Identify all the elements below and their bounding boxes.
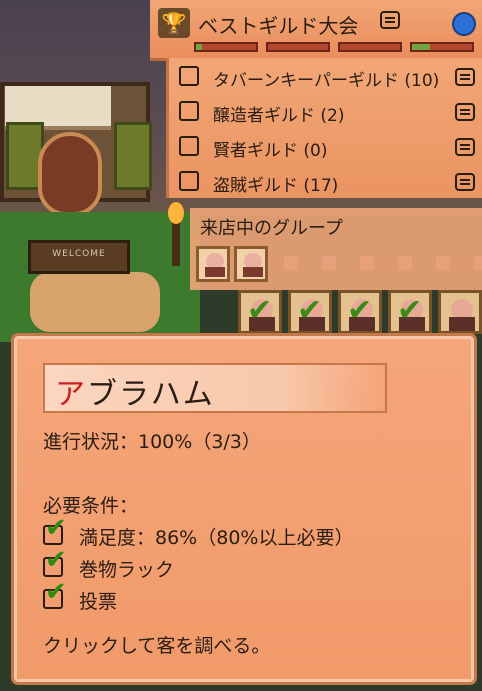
- contest-panel[interactable]: 🏆 ベストギルド大会: [150, 0, 482, 61]
- contest-title: ベストギルド大会: [198, 14, 359, 38]
- guild-label: 醸造者ギルド (2): [213, 106, 345, 126]
- plate-display: [38, 132, 102, 216]
- chat-icon[interactable]: [455, 138, 475, 156]
- queue-customer-slot[interactable]: ✔: [288, 290, 332, 334]
- customer-avatar-body: [205, 267, 225, 277]
- contest-progress-fill: [412, 44, 430, 50]
- requirement-label: 投票: [79, 591, 118, 613]
- chat-icon[interactable]: [455, 173, 475, 191]
- guild-label: 盗賊ギルド (17): [213, 176, 339, 196]
- empty-group-slot: [360, 256, 374, 270]
- visiting-groups-title: 来店中のグループ: [200, 218, 343, 239]
- chat-icon[interactable]: [455, 68, 475, 86]
- guild-label: 賢者ギルド (0): [213, 141, 328, 161]
- empty-group-slot: [474, 256, 482, 270]
- guild-checkbox[interactable]: [179, 136, 199, 156]
- guild-row[interactable]: 盗賊ギルド (17): [175, 165, 481, 197]
- customer-avatar-body: [243, 267, 263, 277]
- empty-group-slot: [398, 256, 412, 270]
- contest-progress-bar: [410, 42, 474, 52]
- timer-icon: [452, 12, 476, 36]
- requirement-label: 満足度：86%（80%以上必要）: [79, 527, 354, 549]
- torch-flame: [168, 202, 184, 224]
- check-icon: ✔: [247, 293, 273, 328]
- check-icon: ✔: [347, 293, 373, 328]
- guild-row[interactable]: 醸造者ギルド (2): [175, 95, 481, 127]
- customer-name: アブラハム: [55, 369, 215, 413]
- stone-path: [30, 272, 160, 332]
- customer-info-panel[interactable]: アブラハム 進行状況：100%（3/3） 必要条件： ✔ 満足度：86%（80%以…: [14, 336, 474, 682]
- queue-customer-slot[interactable]: ✔: [238, 290, 282, 334]
- customer-avatar-body: [449, 317, 475, 331]
- click-hint: クリックして客を調べる。: [43, 635, 271, 657]
- empty-group-slot: [436, 256, 450, 270]
- customer-name-box: アブラハム: [43, 363, 387, 413]
- check-icon: ✔: [45, 577, 67, 607]
- queue-customer-slot[interactable]: [438, 290, 482, 334]
- right-banner: [114, 122, 152, 190]
- guild-checkbox[interactable]: [179, 171, 199, 191]
- guild-row[interactable]: 賢者ギルド (0): [175, 130, 481, 162]
- visiting-group-slot[interactable]: [234, 246, 268, 282]
- quest-progress: 進行状況：100%（3/3）: [43, 431, 261, 453]
- trophy-icon: 🏆: [161, 11, 187, 35]
- guild-checkbox[interactable]: [179, 101, 199, 121]
- check-icon: ✔: [397, 293, 423, 328]
- empty-group-slot: [322, 256, 336, 270]
- check-icon: ✔: [45, 545, 67, 575]
- visiting-group-slot[interactable]: [196, 246, 230, 282]
- check-icon: ✔: [45, 513, 67, 543]
- queue-customer-slot[interactable]: ✔: [388, 290, 432, 334]
- contest-progress-bar: [338, 42, 402, 52]
- queue-customer-slot[interactable]: ✔: [338, 290, 382, 334]
- check-icon: ✔: [297, 293, 323, 328]
- contest-progress-bar: [194, 42, 258, 52]
- empty-group-slot: [284, 256, 298, 270]
- customer-name-rest: ブラハム: [87, 377, 215, 412]
- contest-progress-bars: [194, 42, 474, 52]
- customer-name-initial: ア: [55, 377, 87, 412]
- requirement-label: 巻物ラック: [79, 559, 175, 581]
- chat-icon[interactable]: [380, 11, 400, 29]
- visiting-groups-panel: 来店中のグループ: [190, 208, 482, 290]
- guild-row[interactable]: タバーンキーパーギルド (10): [175, 60, 481, 92]
- guild-checkbox[interactable]: [179, 66, 199, 86]
- trophy-icon-box: 🏆: [158, 8, 190, 38]
- contest-progress-bar: [266, 42, 330, 52]
- chat-icon[interactable]: [455, 103, 475, 121]
- welcome-sign: WELCOME: [28, 240, 130, 274]
- guild-label: タバーンキーパーギルド (10): [213, 71, 440, 91]
- guild-list: タバーンキーパーギルド (10) 醸造者ギルド (2) 賢者ギルド (0) 盗賊ギルド…: [166, 58, 482, 198]
- contest-progress-fill: [196, 44, 202, 50]
